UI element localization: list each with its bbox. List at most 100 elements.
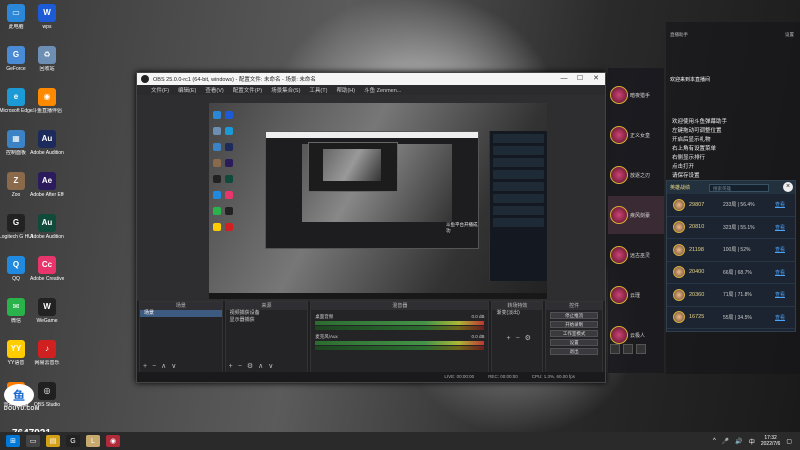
source-item[interactable]: 显示器捕获 [226,317,308,324]
desktop-icon[interactable]: G Logitech G HUB [0,214,33,240]
exit-button[interactable]: 退出 [550,348,599,355]
view-button[interactable]: 查看 [775,314,785,321]
rank-row: 20360 71局 | 71.8% 查看 [667,284,795,307]
champion-avatar [610,286,628,304]
desktop-icon-label: YY语音 [7,360,25,366]
champion-item[interactable]: 暗夜猎手 [608,76,664,114]
obs-title-bar[interactable]: OBS 25.0.0-rc1 (64-bit, windows) - 配置文件:… [137,73,605,85]
toolbar-button[interactable] [610,344,620,354]
desktop-icon[interactable]: YY YY语音 [0,340,33,366]
rank-score: 20360 [689,291,705,298]
chat-line: 右上角有设置菜单 [672,146,717,152]
champion-avatar [610,126,628,144]
task-view-icon[interactable]: ▭ [26,435,40,447]
obs-menu-item[interactable]: 查看(V) [205,86,223,94]
source-toolbar[interactable]: +−⚙∧∨ [229,362,279,370]
obs-menu-item[interactable]: 文件(F) [151,86,169,94]
rank-row: 20810 323局 | 55.1% 查看 [667,217,795,239]
obs-preview[interactable]: 斗鱼平台开播成功 [137,95,605,301]
obs-menu-item[interactable]: 斗鱼 Zenmen... [364,86,401,94]
scene-toolbar[interactable]: +−∧∨ [143,362,181,370]
champion-item[interactable]: 放逐之刃 [608,156,664,194]
rank-search-input[interactable]: 搜索英雄 [709,183,770,192]
desktop-icon[interactable]: Au Adobe Audition [30,214,64,240]
scene-item[interactable]: 场景 [140,310,222,317]
app-icon: ▦ [7,130,25,148]
rank-rate: 233局 | 56.4% [723,202,755,209]
ime-icon[interactable]: 中 [749,437,755,446]
notification-icon[interactable]: ▢ [786,438,792,445]
view-button[interactable]: 查看 [775,224,785,231]
view-button[interactable]: 查看 [775,246,785,253]
app-icon: Au [38,130,56,148]
desktop-icon[interactable]: Z Zoo [0,172,33,198]
studio-mode-button[interactable]: 工作室模式 [550,330,599,337]
controls-dock: 控件 停止推流 开始录制 工作室模式 设置 退出 [545,301,604,373]
view-button[interactable]: 查看 [775,291,785,298]
mic-icon[interactable]: 🎤 [722,438,729,445]
transition-select[interactable]: 渐变(淡出) [492,310,542,317]
start-recording-button[interactable]: 开始录制 [550,321,599,328]
desktop-icon[interactable]: G GeForce [0,46,33,72]
desktop-icon[interactable]: Ae Adobe After Effects [30,172,64,198]
champion-toolbar [610,344,660,358]
toolbar-button[interactable] [636,344,646,354]
desktop-icon[interactable]: Wwps [30,4,64,30]
obs-menu-item[interactable]: 帮助(H) [336,86,355,94]
minimize-icon[interactable]: — [557,73,571,85]
volume-slider[interactable] [315,326,485,330]
desktop-icon[interactable]: W WeGame [30,298,64,324]
chat-header-left: 直播助手 [670,32,688,37]
desktop-icon-label: 此电脑 [8,24,24,30]
view-button[interactable]: 查看 [775,269,785,276]
settings-button[interactable]: 设置 [550,339,599,346]
champion-item[interactable]: 正义女皇 [608,116,664,154]
transitions-header: 转场特效 [492,302,543,310]
desktop-icon[interactable]: ♻ 回收站 [30,46,64,72]
champion-list: 暗夜猎手 正义女皇 放逐之刃 疾风剑豪 远古巫灵 云瑾 云极人 [608,68,664,373]
desktop-icon[interactable]: ✉ 微信 [0,298,33,324]
rank-score: 20810 [689,224,705,231]
desktop-icon-label: 网易云音乐 [34,360,60,366]
view-button[interactable]: 查看 [775,201,785,208]
obs-menu-item[interactable]: 工具(T) [309,86,327,94]
desktop-icon[interactable]: Cc Adobe Creative [30,256,64,282]
desktop-icon[interactable]: e Microsoft Edge [0,88,33,114]
transition-toolbar[interactable]: +−⚙ [506,334,535,342]
obs-window[interactable]: OBS 25.0.0-rc1 (64-bit, windows) - 配置文件:… [136,72,606,383]
douyu-app-icon[interactable]: ◉ [106,435,120,447]
stop-streaming-button[interactable]: 停止推流 [550,312,599,319]
obs-menu-item[interactable]: 编辑(E) [178,86,196,94]
chat-line: 点击打开 [672,164,695,170]
logitech-icon[interactable]: G [66,435,80,447]
close-icon[interactable]: ✕ [589,73,603,85]
source-item[interactable]: 视频捕获设备 [226,310,308,317]
desktop-icon[interactable]: ▭ 此电脑 [0,4,33,30]
desktop-icon[interactable]: ▦ 控制面板 [0,130,33,156]
desktop-icon[interactable]: Au Adobe Audition [30,130,64,156]
obs-menu-item[interactable]: 场景集合(S) [271,86,300,94]
league-icon[interactable]: L [86,435,100,447]
desktop-icon[interactable]: ◉ 斗鱼直播伴侣 [30,88,64,114]
clock[interactable]: 17:32 2022/7/6 [761,435,780,447]
speaker-icon[interactable]: 🔊 [735,438,742,445]
toolbar-button[interactable] [623,344,633,354]
champion-avatar [673,288,685,301]
maximize-icon[interactable]: ☐ [573,73,587,85]
chat-settings-link[interactable]: 设置 [785,32,794,38]
desktop-icon-label: Adobe Creative [30,276,64,282]
taskbar: ⊞ ▭ ▤ G L ◉ ^ 🎤 🔊 中 17:32 2022/7/6 ▢ [0,432,800,450]
windows-start-icon[interactable]: ⊞ [6,435,20,447]
champion-item-selected[interactable]: 疾风剑豪 [608,196,664,234]
champion-item[interactable]: 云瑾 [608,276,664,314]
obs-menu-item[interactable]: 配置文件(P) [233,86,262,94]
desktop-icon[interactable]: Q QQ [0,256,33,282]
desktop-icon[interactable]: ♪ 网易云音乐 [30,340,64,366]
champion-item[interactable]: 远古巫灵 [608,236,664,274]
desktop-icon-label: Adobe After Effects [30,192,64,198]
live-time: LIVE: 00:00:00 [444,374,475,379]
file-explorer-icon[interactable]: ▤ [46,435,60,447]
close-icon[interactable]: × [783,182,793,192]
volume-slider[interactable] [315,346,485,350]
chevron-up-icon[interactable]: ^ [713,438,716,444]
